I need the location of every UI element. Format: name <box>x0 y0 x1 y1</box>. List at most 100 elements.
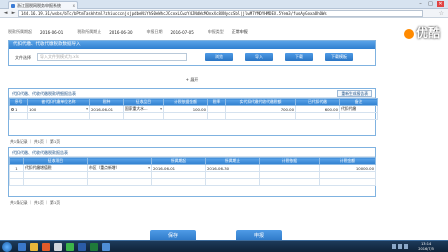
video-watermark: 优酷 <box>403 24 440 41</box>
summary-header-row: 征收项目 所属期起 所属期止 计税依据 计税金额 <box>9 157 376 165</box>
row-radio-icon[interactable] <box>11 108 14 111</box>
window-controls: – □ ✕ <box>417 1 444 7</box>
expand-plus-icon: + <box>185 77 190 82</box>
detail-report-toolbar: 代扣代缴、代收代缴税款明细报告表 重新生成报告表 <box>9 89 375 98</box>
table-row <box>9 112 378 120</box>
col-header: 税种 <box>89 98 124 106</box>
tax-amount-cell[interactable]: 700.00 <box>225 105 296 113</box>
period-start-value: 2016-06-01 <box>40 29 64 35</box>
period-end-value: 2016-06-30 <box>109 29 133 35</box>
table-row[interactable]: 1 代扣代缴增值税 市区（重点新增） 2016-06-01 2016-06-30… <box>9 164 376 172</box>
taskbar-browser-icon[interactable] <box>102 243 110 251</box>
file-select-label: 文件选择 <box>15 55 31 60</box>
summary-report-toolbar: 代扣代缴、代收代缴税款报告表 <box>9 148 375 157</box>
taskbar-green-app-icon[interactable] <box>66 243 74 251</box>
taskbar-folder-icon[interactable] <box>30 243 38 251</box>
expand-toggle[interactable]: + 展开 <box>8 76 376 83</box>
back-button[interactable]: ◄ <box>2 10 9 17</box>
taskbar-clock[interactable]: 13:14 2016/7/5 <box>418 242 434 252</box>
basis-cell[interactable] <box>259 164 320 172</box>
row-select-cell[interactable]: 1 <box>9 105 28 113</box>
file-path-input[interactable]: 导入文件到模式为.xls <box>37 53 187 61</box>
table-row <box>9 178 376 186</box>
tax-type-cell[interactable]: 2016-06-01 <box>89 105 124 113</box>
tab-close-icon[interactable]: x <box>73 2 75 9</box>
basis-amount-cell[interactable]: 100.00 <box>163 105 208 113</box>
detail-report-panel: 代扣代缴、代收代缴税款明细报告表 重新生成报告表 序号 被代扣代缴单位名称 税种… <box>8 88 378 136</box>
browser-tabbar: 浙江国税网税务申报系统 x – □ ✕ <box>0 0 448 9</box>
col-header: 计税依据金额 <box>163 98 208 106</box>
summary-report-panel: 代扣代缴、代收代缴税款报告表 征收项目 所属期起 所属期止 计税依据 计税金额 … <box>8 147 376 197</box>
col-header: 计税依据 <box>259 157 320 165</box>
forward-button[interactable]: ► <box>10 10 17 17</box>
col-header: 已代扣代缴 <box>295 98 340 106</box>
detail-header-row: 序号 被代扣代缴单位名称 税种 征收品目 计税依据金额 税率 实代扣代缴代收代缴… <box>9 98 378 106</box>
tray-volume-icon[interactable] <box>398 244 402 249</box>
col-header: 所属期起 <box>151 157 206 165</box>
col-header <box>9 157 24 165</box>
maximize-button[interactable]: □ <box>427 1 434 7</box>
summary-report-table: 征收项目 所属期起 所属期止 计税依据 计税金额 1 代扣代缴增值税 市区（重点… <box>9 157 376 186</box>
import-panel-title: 代扣代缴、代收代缴税款数据导入 <box>9 41 375 49</box>
import-panel: 代扣代缴、代收代缴税款数据导入 文件选择 导入文件到模式为.xls 浏览 导入 … <box>8 40 376 66</box>
os-taskbar: 13:14 2016/7/5 <box>0 240 448 252</box>
declare-date-value: 2016-07-05 <box>170 29 194 35</box>
period-end-cell: 2016-06-30 <box>205 164 260 172</box>
browser-tab[interactable]: 浙江国税网税务申报系统 x <box>8 1 78 9</box>
period-end-label: 税款所属期止 <box>77 29 102 34</box>
unit-select-cell[interactable]: 100 <box>27 105 90 113</box>
summary-pager: 共1条记录 ｜ 共1页 ｜ 第1页 <box>10 200 61 205</box>
tray-input-icon[interactable] <box>404 244 408 249</box>
file-select-row: 文件选择 导入文件到模式为.xls 浏览 导入 下载 下载模板 <box>9 49 375 65</box>
taskbar-media-icon[interactable] <box>42 243 50 251</box>
window-close-button[interactable]: ✕ <box>437 1 444 7</box>
col-header: 备注 <box>339 98 378 106</box>
tray-network-icon[interactable] <box>392 244 396 249</box>
clock-date: 2016/7/5 <box>418 247 434 251</box>
col-header: 征收品目 <box>123 98 164 106</box>
address-bar: ◄ ► 144.16.19.31/wsbs/bTc/bPtmTaskhtml?z… <box>0 9 448 18</box>
table-row[interactable]: 1 100 2016-06-01 国家重大水... 100.00 700.00 … <box>9 105 378 113</box>
browse-button[interactable]: 浏览 <box>205 53 233 61</box>
amount-cell[interactable]: 10000.00 <box>319 164 376 172</box>
row-index: 1 <box>9 164 24 172</box>
rate-cell[interactable] <box>207 105 226 113</box>
declare-type-label: 申报类型 <box>207 29 224 34</box>
regenerate-report-button[interactable]: 重新生成报告表 <box>337 90 372 97</box>
watermark-text: 优酷 <box>415 26 440 40</box>
tab-title: 浙江国税网税务申报系统 <box>17 3 61 8</box>
col-header: 实代扣代缴代收代缴税额 <box>225 98 296 106</box>
col-header: 征收项目 <box>23 157 88 165</box>
taskbar-word-icon[interactable] <box>78 243 86 251</box>
tab-favicon-icon <box>11 4 15 8</box>
summary-report-title: 代扣代缴、代收代缴税款报告表 <box>12 150 68 155</box>
col-header: 被代扣代缴单位名称 <box>27 98 90 106</box>
watermark-logo-icon <box>403 28 414 39</box>
period-start-label: 税款所属期起 <box>8 29 32 34</box>
minimize-button[interactable]: – <box>417 1 424 7</box>
taskbar-app-icon[interactable] <box>54 243 62 251</box>
col-header: 所属期止 <box>205 157 260 165</box>
period-start-cell: 2016-06-01 <box>151 164 206 172</box>
download-button[interactable]: 下载 <box>285 53 313 61</box>
bookmark-star-icon[interactable]: ☆ <box>439 10 444 17</box>
expand-label: 展开 <box>190 77 199 82</box>
remark-cell[interactable]: 代扣代缴 <box>339 105 378 113</box>
declaration-info-row: 税款所属期起 2016-06-01 税款所属期止 2016-06-30 申报日期… <box>8 28 376 36</box>
item-select-cell[interactable]: 国家重大水... <box>123 105 164 113</box>
declare-type-value: 正常申报 <box>231 29 248 34</box>
import-button[interactable]: 导入 <box>245 53 273 61</box>
system-tray <box>392 244 408 249</box>
withheld-cell[interactable]: 600.00 <box>295 105 340 113</box>
detail-report-title: 代扣代缴、代收代缴税款明细报告表 <box>12 91 76 96</box>
declare-date-label: 申报日期 <box>146 29 163 34</box>
download-template-button[interactable]: 下载模板 <box>325 53 353 61</box>
detail-pager: 共1条记录 ｜ 共1页 ｜ 第1页 <box>10 139 61 144</box>
table-row <box>9 171 376 179</box>
taskbar-excel-icon[interactable] <box>90 243 98 251</box>
taskbar-ie-icon[interactable] <box>18 243 26 251</box>
region-select-cell[interactable]: 市区（重点新增） <box>87 164 152 172</box>
start-button-icon[interactable] <box>2 242 12 252</box>
url-field[interactable]: 144.16.19.31/wsbs/bTc/bPtmTaskhtml?zhiuc… <box>18 10 423 17</box>
levy-item-cell: 代扣代缴增值税 <box>23 164 88 172</box>
